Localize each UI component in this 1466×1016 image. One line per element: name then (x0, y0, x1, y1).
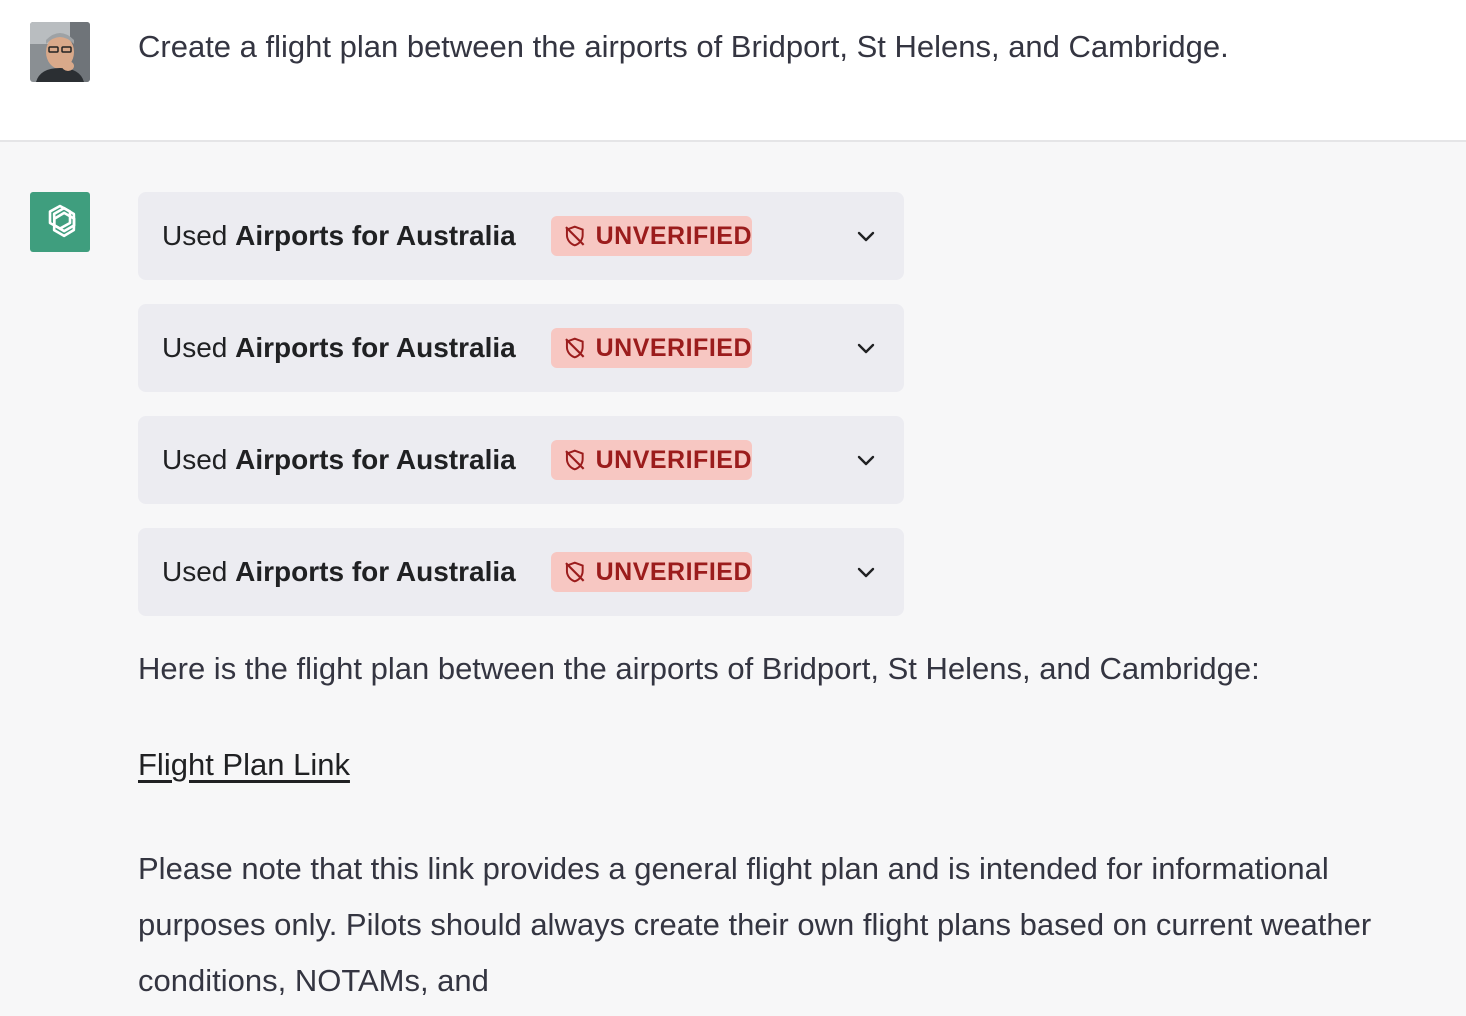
tool-call-prefix: Used (162, 332, 228, 363)
assistant-intro-text: Here is the flight plan between the airp… (138, 651, 1260, 686)
tool-call-card[interactable]: Used Airports for Australia UNVERIFIED (138, 528, 904, 616)
note-line: purposes only. Pilots should always crea… (138, 907, 1372, 942)
user-avatar-image (30, 22, 90, 82)
note-line: conditions, NOTAMs, and (138, 963, 489, 998)
badge-label: UNVERIFIED (595, 221, 752, 250)
assistant-avatar (30, 192, 90, 252)
tool-call-card[interactable]: Used Airports for Australia UNVERIFIED (138, 192, 904, 280)
badge-label: UNVERIFIED (595, 557, 752, 586)
plugin-name: Airports for Australia (235, 332, 516, 363)
user-message-row: Create a flight plan between the airport… (0, 0, 1466, 142)
chevron-down-icon[interactable] (854, 336, 878, 360)
user-avatar (30, 22, 90, 82)
unverified-badge: UNVERIFIED (551, 328, 752, 368)
badge-label: UNVERIFIED (595, 445, 752, 474)
unverified-badge: UNVERIFIED (551, 440, 752, 480)
note-line: Please note that this link provides a ge… (138, 851, 1329, 886)
tool-call-label: Used Airports for Australia (162, 328, 516, 368)
flight-plan-link[interactable]: Flight Plan Link (138, 745, 350, 785)
shield-off-icon (565, 225, 585, 247)
tool-call-prefix: Used (162, 444, 228, 475)
tool-call-prefix: Used (162, 556, 228, 587)
plugin-name: Airports for Australia (235, 444, 516, 475)
tool-call-label: Used Airports for Australia (162, 552, 516, 592)
chevron-down-icon[interactable] (854, 224, 878, 248)
badge-label: UNVERIFIED (595, 333, 752, 362)
unverified-badge: UNVERIFIED (551, 216, 752, 256)
shield-off-icon (565, 337, 585, 359)
chevron-down-icon[interactable] (854, 560, 878, 584)
tool-call-card[interactable]: Used Airports for Australia UNVERIFIED (138, 416, 904, 504)
openai-logo-icon (48, 204, 76, 238)
shield-off-icon (565, 449, 585, 471)
user-message-text: Create a flight plan between the airport… (138, 29, 1229, 64)
assistant-note-text: Please note that this link provides a ge… (138, 841, 1371, 1009)
chevron-down-icon[interactable] (854, 448, 878, 472)
tool-call-prefix: Used (162, 220, 228, 251)
tool-call-card[interactable]: Used Airports for Australia UNVERIFIED (138, 304, 904, 392)
tool-call-label: Used Airports for Australia (162, 440, 516, 480)
chat-page: Create a flight plan between the airport… (0, 0, 1466, 1016)
shield-off-icon (565, 561, 585, 583)
assistant-message-row: Used Airports for Australia UNVERIFIED U… (0, 142, 1466, 1016)
unverified-badge: UNVERIFIED (551, 552, 752, 592)
plugin-name: Airports for Australia (235, 220, 516, 251)
tool-call-label: Used Airports for Australia (162, 216, 516, 256)
plugin-name: Airports for Australia (235, 556, 516, 587)
